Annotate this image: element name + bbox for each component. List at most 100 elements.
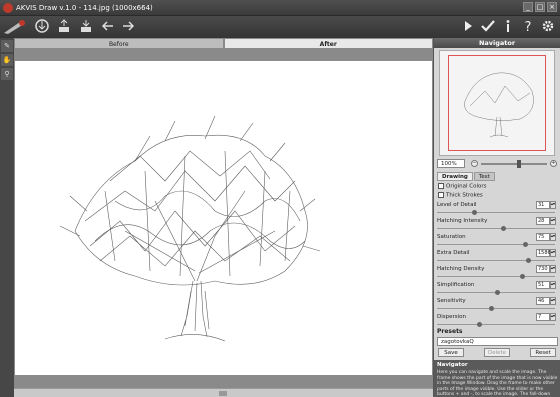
- param-label-hatching-intensity: Hatching Intensity: [437, 218, 488, 224]
- print-button[interactable]: [76, 18, 96, 36]
- original-colors-checkbox[interactable]: [438, 183, 444, 189]
- info-button[interactable]: [498, 18, 518, 36]
- hand-tool-icon[interactable]: ✋: [1, 54, 13, 66]
- param-track-level-of-detail[interactable]: [437, 212, 555, 213]
- back-button[interactable]: [98, 18, 118, 36]
- forward-button[interactable]: [118, 18, 138, 36]
- original-colors-option[interactable]: Original Colors: [438, 183, 487, 191]
- param-value-level-of-detail[interactable]: 31: [536, 201, 550, 209]
- param-spinner-level-of-detail[interactable]: ▴▾: [550, 201, 556, 209]
- delete-preset-button[interactable]: Delete: [484, 348, 510, 357]
- param-slider-saturation[interactable]: [523, 242, 528, 247]
- minimize-button[interactable]: _: [523, 2, 533, 12]
- reset-preset-button[interactable]: Reset: [530, 348, 556, 357]
- param-value-hatching-density[interactable]: 730: [536, 265, 550, 273]
- help-panel: Navigator Here you can navigate and scal…: [434, 360, 560, 397]
- param-spinner-extra-detail[interactable]: ▴▾: [550, 249, 556, 257]
- param-track-extra-detail[interactable]: [437, 260, 555, 261]
- help-button[interactable]: ?: [518, 18, 538, 36]
- param-track-hatching-density[interactable]: [437, 276, 555, 277]
- param-spinner-hatching-intensity[interactable]: ▴▾: [550, 217, 556, 225]
- app-logo-icon: [3, 3, 13, 13]
- param-slider-simplification[interactable]: [495, 290, 500, 295]
- param-slider-hatching-intensity[interactable]: [501, 226, 506, 231]
- zoom-tool-icon[interactable]: ⚲: [1, 68, 13, 80]
- thick-strokes-label: Thick Strokes: [446, 192, 483, 199]
- param-value-dispersion[interactable]: 7: [536, 313, 550, 321]
- param-spinner-sensitivity[interactable]: ▴▾: [550, 297, 556, 305]
- toolbar: ?: [0, 16, 560, 38]
- run-icon: [465, 21, 472, 31]
- help-title: Navigator: [437, 362, 468, 368]
- tab-after[interactable]: After: [223, 38, 433, 49]
- window-controls: _ □ ×: [523, 2, 557, 12]
- param-row: Simplification 51 ▴▾: [437, 281, 558, 297]
- zoom-in-button[interactable]: +: [550, 160, 557, 167]
- param-row: Dispersion 7 ▴▾: [437, 313, 558, 329]
- presets-select[interactable]: zagotovkaQ: [437, 337, 558, 346]
- maximize-button[interactable]: □: [535, 2, 545, 12]
- param-value-sensitivity[interactable]: 46: [536, 297, 550, 305]
- tab-text[interactable]: Text: [473, 172, 495, 181]
- settings-button[interactable]: [538, 18, 558, 36]
- scrollbar-thumb[interactable]: [219, 391, 227, 396]
- view-tabs: Before After: [14, 38, 433, 49]
- param-track-saturation[interactable]: [437, 244, 555, 245]
- horizontal-scrollbar[interactable]: [14, 388, 433, 397]
- brush-logo-icon: [2, 18, 28, 36]
- param-spinner-simplification[interactable]: ▴▾: [550, 281, 556, 289]
- title-bar: AKVIS Draw v.1.0 - 114.jpg (1000x664) _ …: [0, 0, 560, 16]
- apply-button[interactable]: [478, 18, 498, 36]
- image-window[interactable]: [14, 49, 433, 388]
- save-preset-button[interactable]: Save: [438, 348, 464, 357]
- zoom-out-button[interactable]: −: [471, 160, 478, 167]
- param-slider-dispersion[interactable]: [477, 322, 482, 327]
- eraser-tool-icon[interactable]: ✎: [1, 40, 13, 52]
- save-button[interactable]: [54, 18, 74, 36]
- settings-icon: [542, 20, 554, 32]
- back-icon: [101, 21, 113, 31]
- param-value-saturation[interactable]: 75: [536, 233, 550, 241]
- panel-tabs: Drawing Text: [437, 172, 495, 181]
- param-value-simplification[interactable]: 51: [536, 281, 550, 289]
- param-label-sensitivity: Sensitivity: [437, 298, 466, 304]
- zoom-slider[interactable]: [481, 160, 547, 168]
- param-row: Sensitivity 46 ▴▾: [437, 297, 558, 313]
- param-track-hatching-intensity[interactable]: [437, 228, 555, 229]
- navigator-frame[interactable]: [448, 55, 546, 151]
- param-slider-hatching-density[interactable]: [520, 274, 525, 279]
- param-track-dispersion[interactable]: [437, 324, 555, 325]
- param-label-dispersion: Dispersion: [437, 314, 467, 320]
- tab-drawing[interactable]: Drawing: [437, 172, 473, 181]
- navigator-preview[interactable]: [439, 50, 555, 156]
- apply-icon: [481, 20, 495, 32]
- run-button[interactable]: [458, 18, 478, 36]
- param-label-level-of-detail: Level of Detail: [437, 202, 477, 208]
- param-slider-extra-detail[interactable]: [526, 258, 531, 263]
- param-value-hatching-intensity[interactable]: 28: [536, 217, 550, 225]
- tool-strip: ✎ ✋ ⚲: [0, 38, 14, 397]
- zoom-slider-knob[interactable]: [517, 160, 521, 168]
- tab-before[interactable]: Before: [14, 38, 224, 49]
- param-slider-level-of-detail[interactable]: [472, 210, 477, 215]
- param-value-extra-detail[interactable]: 1586: [536, 249, 551, 257]
- thick-strokes-option[interactable]: Thick Strokes: [438, 192, 483, 200]
- info-icon: [506, 20, 510, 32]
- param-track-sensitivity[interactable]: [437, 308, 555, 309]
- svg-text:?: ?: [525, 20, 532, 34]
- navigator-title: Navigator: [434, 38, 560, 48]
- original-colors-label: Original Colors: [446, 183, 487, 190]
- result-image[interactable]: [15, 61, 432, 375]
- param-spinner-saturation[interactable]: ▴▾: [550, 233, 556, 241]
- close-button[interactable]: ×: [547, 2, 557, 12]
- zoom-select[interactable]: 100%: [437, 159, 465, 168]
- param-label-hatching-density: Hatching Density: [437, 266, 485, 272]
- window-title: AKVIS Draw v.1.0 - 114.jpg (1000x664): [16, 4, 153, 12]
- settings-panel: Navigator 100% − + Drawing Text Original…: [433, 38, 560, 397]
- param-spinner-dispersion[interactable]: ▴▾: [550, 313, 556, 321]
- param-spinner-hatching-density[interactable]: ▴▾: [550, 265, 556, 273]
- open-button[interactable]: [32, 18, 52, 36]
- tree-sketch-image: [59, 115, 321, 342]
- thick-strokes-checkbox[interactable]: [438, 192, 444, 198]
- param-slider-sensitivity[interactable]: [489, 306, 494, 311]
